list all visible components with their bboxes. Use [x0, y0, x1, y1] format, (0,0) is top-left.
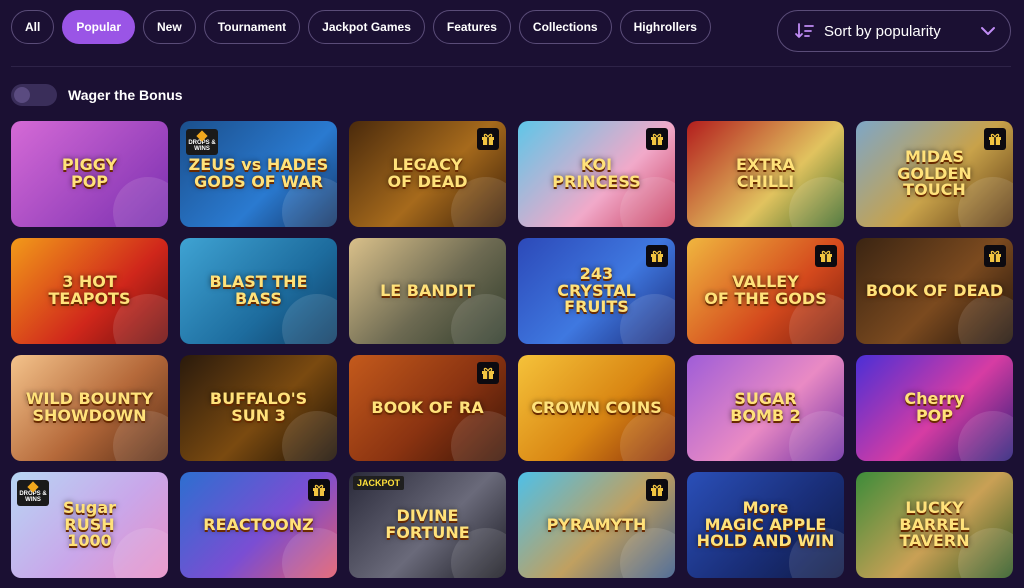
game-tile[interactable]: LE BANDIT	[349, 238, 506, 344]
game-title: BOOK OF DEAD	[865, 280, 1004, 300]
game-title: Sugar RUSH 1000	[62, 497, 117, 551]
tab-all[interactable]: All	[11, 10, 55, 44]
tile-decoration	[282, 528, 337, 578]
gift-icon	[984, 245, 1006, 267]
game-tile[interactable]: BLAST THE BASS	[180, 238, 337, 344]
toggle-knob	[14, 87, 30, 103]
drops-wins-badge: DROPS & WINS	[186, 129, 218, 155]
tab-highrollers[interactable]: Highrollers	[619, 10, 711, 44]
sort-label: Sort by popularity	[824, 22, 941, 40]
tab-features[interactable]: Features	[432, 10, 511, 44]
game-title: PYRAMYTH	[546, 514, 647, 534]
gift-icon	[477, 362, 499, 384]
tab-tournament[interactable]: Tournament	[203, 10, 301, 44]
game-title: 243 CRYSTAL FRUITS	[557, 263, 636, 317]
header-divider	[11, 66, 1011, 67]
tile-decoration	[620, 528, 675, 578]
gift-icon	[646, 479, 668, 501]
game-tile[interactable]: CROWN COINS	[518, 355, 675, 461]
game-tile[interactable]: EXTRA CHILLI	[687, 121, 844, 227]
game-tile[interactable]: BUFFALO'S SUN 3	[180, 355, 337, 461]
game-tile[interactable]: More MAGIC APPLE HOLD AND WIN	[687, 472, 844, 578]
game-title: LUCKY BARREL TAVERN	[899, 497, 970, 551]
game-tile[interactable]: BOOK OF RA	[349, 355, 506, 461]
game-title: CROWN COINS	[531, 397, 662, 417]
jackpot-badge: JACKPOT	[353, 476, 405, 490]
wager-bonus-row: Wager the Bonus	[11, 84, 183, 106]
sort-dropdown[interactable]: Sort by popularity	[777, 10, 1011, 52]
gift-icon	[646, 245, 668, 267]
game-title: DIVINE FORTUNE	[385, 506, 470, 542]
tile-decoration	[958, 294, 1013, 344]
game-tile[interactable]: DIVINE FORTUNE JACKPOT	[349, 472, 506, 578]
game-tile[interactable]: Cherry POP	[856, 355, 1013, 461]
tab-new[interactable]: New	[143, 10, 196, 44]
game-tile[interactable]: 243 CRYSTAL FRUITS	[518, 238, 675, 344]
game-title: WILD BOUNTY SHOWDOWN	[25, 389, 154, 425]
games-grid: PIGGY POP ZEUS vs HADES GODS OF WAR DROPS …	[11, 121, 1013, 578]
game-title: BLAST THE BASS	[209, 272, 308, 308]
game-title: BUFFALO'S SUN 3	[209, 389, 308, 425]
game-title: EXTRA CHILLI	[736, 155, 795, 191]
game-title: LEGACY OF DEAD	[387, 155, 468, 191]
game-tile[interactable]: Sugar RUSH 1000 DROPS & WINS	[11, 472, 168, 578]
gift-icon	[815, 245, 837, 267]
game-title: SUGAR BOMB 2	[730, 389, 801, 425]
game-title: PIGGY POP	[61, 155, 118, 191]
sort-descending-icon	[795, 23, 814, 38]
game-tile[interactable]: 3 HOT TEAPOTS	[11, 238, 168, 344]
game-tile[interactable]: LEGACY OF DEAD	[349, 121, 506, 227]
gift-icon	[308, 479, 330, 501]
gift-icon	[477, 128, 499, 150]
game-tile[interactable]: VALLEY OF THE GODS	[687, 238, 844, 344]
game-tile[interactable]: PIGGY POP	[11, 121, 168, 227]
drops-wins-badge: DROPS & WINS	[17, 480, 49, 506]
tile-decoration	[620, 411, 675, 461]
chevron-down-icon	[981, 27, 995, 35]
game-tile[interactable]: PYRAMYTH	[518, 472, 675, 578]
game-tile[interactable]: BOOK OF DEAD	[856, 238, 1013, 344]
game-title: REACTOONZ	[203, 514, 314, 534]
game-tile[interactable]: KOI PRINCESS	[518, 121, 675, 227]
tile-decoration	[451, 294, 506, 344]
game-title: ZEUS vs HADES GODS OF WAR	[188, 155, 329, 191]
tab-collections[interactable]: Collections	[518, 10, 612, 44]
wager-bonus-toggle[interactable]	[11, 84, 57, 106]
game-title: More MAGIC APPLE HOLD AND WIN	[696, 497, 835, 551]
game-tile[interactable]: SUGAR BOMB 2	[687, 355, 844, 461]
game-title: KOI PRINCESS	[552, 155, 641, 191]
game-title: VALLEY OF THE GODS	[704, 272, 827, 308]
game-tile[interactable]: ZEUS vs HADES GODS OF WAR DROPS & WINS	[180, 121, 337, 227]
game-tile[interactable]: MIDAS GOLDEN TOUCH	[856, 121, 1013, 227]
game-tile[interactable]: REACTOONZ	[180, 472, 337, 578]
tab-popular[interactable]: Popular	[62, 10, 136, 44]
gift-icon	[984, 128, 1006, 150]
tab-jackpot-games[interactable]: Jackpot Games	[308, 10, 425, 44]
game-title: Cherry POP	[904, 389, 965, 425]
game-tile[interactable]: LUCKY BARREL TAVERN	[856, 472, 1013, 578]
game-title: LE BANDIT	[380, 280, 475, 300]
game-tile[interactable]: WILD BOUNTY SHOWDOWN	[11, 355, 168, 461]
category-tabs: All Popular New Tournament Jackpot Games Feat…	[11, 10, 711, 44]
game-title: MIDAS GOLDEN TOUCH	[897, 146, 972, 200]
wager-bonus-label: Wager the Bonus	[68, 87, 183, 103]
game-title: BOOK OF RA	[371, 397, 484, 417]
game-title: 3 HOT TEAPOTS	[48, 272, 131, 308]
tile-decoration	[451, 411, 506, 461]
gift-icon	[646, 128, 668, 150]
